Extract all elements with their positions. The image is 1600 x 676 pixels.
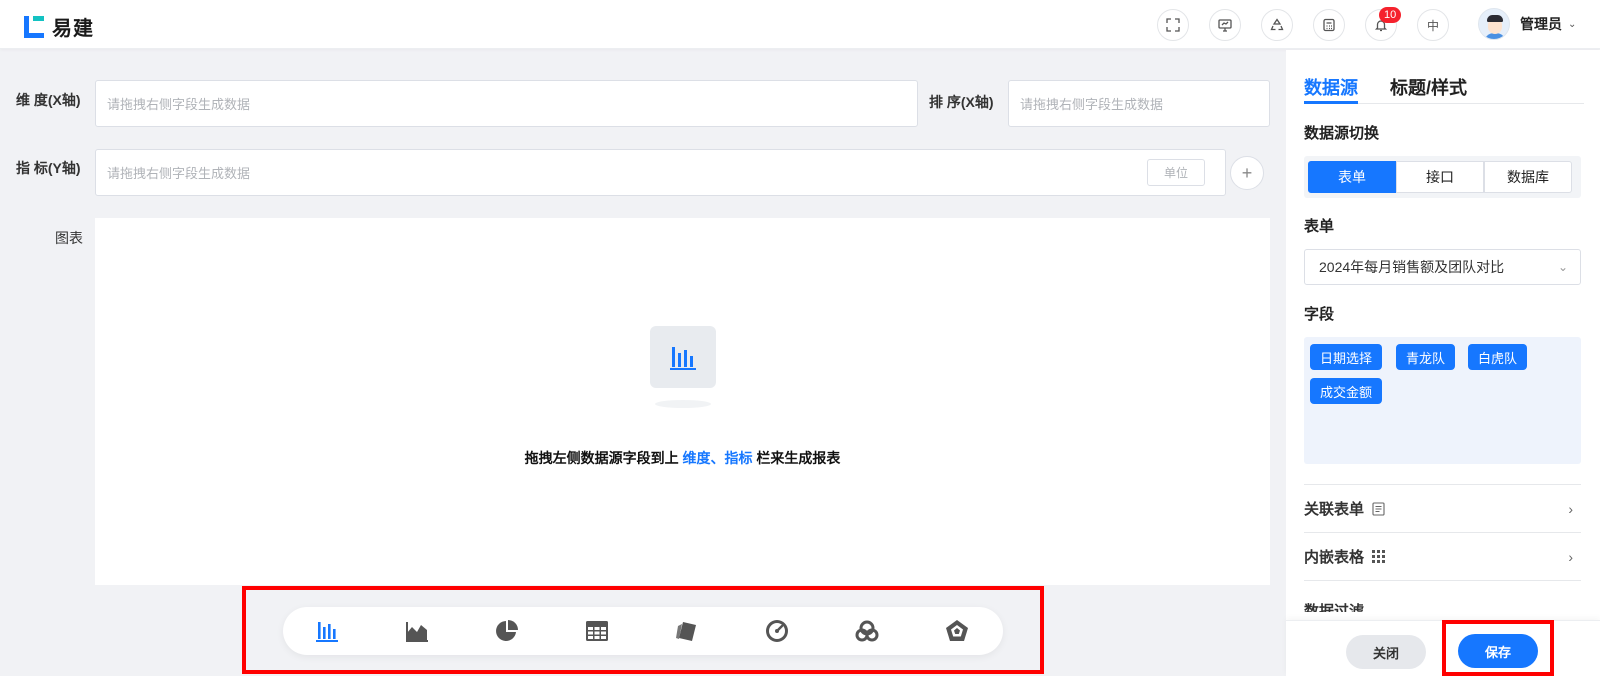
bar-chart-icon[interactable]: [312, 617, 342, 645]
data-filter-row[interactable]: 数据过滤: [1304, 580, 1581, 620]
fields-title: 字段: [1304, 306, 1335, 323]
fields-container: 日期选择 青龙队 白虎队 成交金额: [1304, 337, 1581, 464]
radar-icon[interactable]: [942, 617, 972, 645]
dimension-dropzone[interactable]: 请拖拽右侧字段生成数据: [95, 80, 918, 127]
notification-badge: 10: [1379, 7, 1402, 23]
close-button[interactable]: 关闭: [1346, 635, 1426, 669]
sort-label: 排 序(X轴): [929, 94, 994, 110]
metric-placeholder: 请拖拽右侧字段生成数据: [107, 166, 251, 181]
form-title: 表单: [1304, 218, 1335, 235]
empty-text-after: 栏来生成报表: [752, 450, 841, 466]
sort-dropzone[interactable]: 请拖拽右侧字段生成数据: [1008, 80, 1270, 127]
pie-chart-icon[interactable]: [492, 617, 522, 645]
logo-mark-icon: [24, 15, 44, 38]
document-icon: [1372, 501, 1385, 516]
save-button[interactable]: 保存: [1458, 634, 1538, 668]
empty-text-highlight: 维度、指标: [682, 450, 753, 466]
linked-form-row[interactable]: 关联表单 ›: [1304, 484, 1581, 532]
plus-icon: +: [1241, 162, 1253, 183]
form-select-value: 2024年每月销售额及团队对比: [1319, 259, 1505, 275]
data-filter-label: 数据过滤: [1304, 602, 1365, 612]
form-select[interactable]: 2024年每月销售额及团队对比 ⌄: [1304, 249, 1581, 285]
dimension-label: 维 度(X轴): [16, 92, 81, 108]
source-switch: 表单 接口 数据库: [1304, 156, 1581, 198]
source-option-form[interactable]: 表单: [1308, 161, 1396, 193]
user-name: 管理员: [1520, 16, 1562, 32]
chevron-right-icon: ›: [1568, 548, 1573, 565]
ring-icon[interactable]: [852, 617, 882, 645]
chevron-down-icon: ⌄: [1557, 260, 1568, 274]
source-option-database[interactable]: 数据库: [1484, 161, 1572, 193]
field-chip-qinglong[interactable]: 青龙队: [1396, 344, 1456, 370]
user-menu[interactable]: 管理员 ⌄: [1478, 8, 1576, 40]
chart-label: 图表: [55, 230, 83, 246]
screen-icon[interactable]: [1209, 9, 1241, 41]
avatar: [1478, 8, 1510, 40]
unit-label: 单位: [1163, 166, 1188, 180]
app-logo[interactable]: 易建: [24, 12, 94, 41]
embedded-table-label: 内嵌表格: [1304, 549, 1365, 566]
field-chip-amount[interactable]: 成交金额: [1310, 378, 1383, 404]
language-label: 中: [1426, 18, 1439, 33]
tab-data-source[interactable]: 数据源: [1304, 74, 1358, 100]
linked-form-label: 关联表单: [1304, 501, 1365, 518]
sort-placeholder: 请拖拽右侧字段生成数据: [1020, 97, 1164, 112]
empty-state-text: 拖拽左侧数据源字段到上 维度、指标 栏来生成报表: [95, 448, 1270, 468]
placeholder-shadow: [655, 400, 711, 408]
recycle-icon[interactable]: [1261, 9, 1293, 41]
app-name: 易建: [52, 18, 94, 40]
metric-dropzone[interactable]: 请拖拽右侧字段生成数据 单位: [95, 149, 1226, 196]
add-metric-button[interactable]: +: [1230, 156, 1264, 190]
bar-chart-placeholder-icon: [650, 326, 716, 388]
empty-text-before: 拖拽左侧数据源字段到上: [524, 450, 683, 466]
top-header: 易建 10 中 管理员 ⌄: [0, 0, 1600, 49]
field-chip-date[interactable]: 日期选择: [1310, 344, 1383, 370]
dimension-placeholder: 请拖拽右侧字段生成数据: [107, 97, 251, 112]
embedded-table-row[interactable]: 内嵌表格 ›: [1304, 532, 1581, 580]
chevron-right-icon: ›: [1568, 500, 1573, 517]
gauge-icon[interactable]: [762, 617, 792, 645]
unit-button[interactable]: 单位: [1147, 159, 1205, 186]
fullscreen-icon[interactable]: [1157, 9, 1189, 41]
table-icon[interactable]: [582, 617, 612, 645]
calculator-icon[interactable]: [1313, 9, 1345, 41]
card-icon[interactable]: [672, 617, 702, 645]
field-chip-baihu[interactable]: 白虎队: [1468, 344, 1528, 370]
right-panel: 数据源 标题/样式 数据源切换 表单 接口 数据库 表单 2024年每月销售额及…: [1286, 50, 1600, 676]
chart-canvas: 拖拽左侧数据源字段到上 维度、指标 栏来生成报表: [95, 218, 1270, 585]
source-switch-title: 数据源切换: [1304, 125, 1380, 142]
tab-title-style[interactable]: 标题/样式: [1390, 74, 1467, 100]
chart-type-toolbar: [283, 607, 1003, 655]
notification-bell[interactable]: 10: [1365, 7, 1402, 41]
metric-label: 指 标(Y轴): [16, 160, 81, 176]
tab-active-indicator: [1304, 101, 1358, 104]
language-switch[interactable]: 中: [1417, 9, 1449, 41]
source-option-api[interactable]: 接口: [1396, 161, 1484, 193]
area-chart-icon[interactable]: [402, 617, 432, 645]
grid-icon: [1372, 550, 1386, 563]
chevron-down-icon: ⌄: [1568, 18, 1577, 30]
